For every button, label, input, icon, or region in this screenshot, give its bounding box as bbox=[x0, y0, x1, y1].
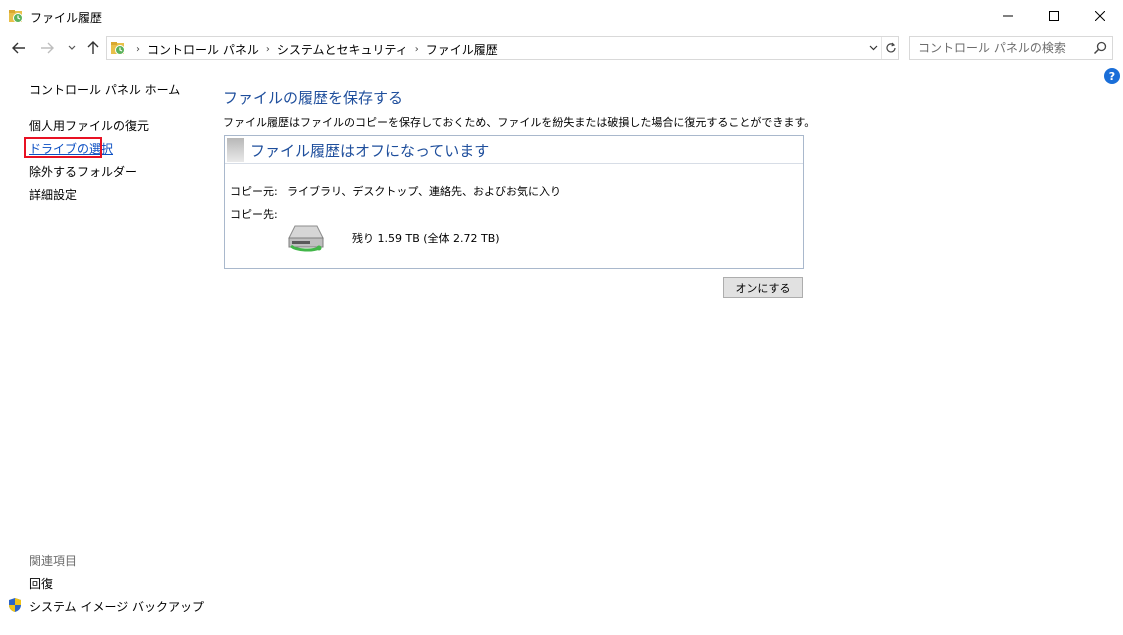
up-arrow-icon bbox=[87, 41, 99, 54]
breadcrumb-system-security[interactable]: システムとセキュリティ bbox=[277, 41, 408, 58]
turn-on-button[interactable]: オンにする bbox=[723, 277, 803, 298]
file-history-icon bbox=[111, 42, 125, 55]
page-description: ファイル履歴はファイルのコピーを保存しておくため、ファイルを紛失または破損した場… bbox=[223, 116, 816, 129]
address-dropdown-button[interactable] bbox=[866, 37, 880, 59]
shield-icon bbox=[9, 598, 21, 612]
recent-dropdown-icon bbox=[68, 45, 76, 50]
forward-button[interactable] bbox=[37, 38, 57, 58]
refresh-button[interactable] bbox=[881, 37, 899, 59]
chevron-right-icon[interactable]: › bbox=[415, 44, 419, 55]
recent-locations-button[interactable] bbox=[62, 38, 82, 58]
close-button[interactable] bbox=[1077, 0, 1123, 32]
maximize-button[interactable] bbox=[1031, 0, 1077, 32]
address-bar[interactable]: › コントロール パネル › システムとセキュリティ › ファイル履歴 bbox=[106, 36, 899, 60]
sidebar-item-advanced-settings[interactable]: 詳細設定 bbox=[29, 186, 77, 203]
back-button[interactable] bbox=[9, 38, 29, 58]
sidebar: コントロール パネル ホーム 個人用ファイルの復元 ドライブの選択 除外するフォ… bbox=[0, 70, 210, 635]
help-icon[interactable]: ? bbox=[1104, 68, 1120, 84]
back-arrow-icon bbox=[12, 42, 25, 54]
window-title: ファイル履歴 bbox=[30, 11, 103, 25]
copy-from-value: ライブラリ、デスクトップ、連絡先、およびお気に入り bbox=[287, 185, 562, 198]
page-title: ファイルの履歴を保存する bbox=[223, 89, 404, 107]
copy-from-label: コピー元: bbox=[230, 185, 278, 198]
drive-space-text: 残り 1.59 TB (全体 2.72 TB) bbox=[352, 232, 500, 245]
status-indicator bbox=[227, 138, 244, 162]
forward-arrow-icon bbox=[41, 42, 54, 54]
sidebar-item-control-panel-home[interactable]: コントロール パネル ホーム bbox=[29, 81, 180, 98]
breadcrumb: › コントロール パネル › システムとセキュリティ › ファイル履歴 bbox=[129, 41, 498, 58]
refresh-icon bbox=[885, 42, 896, 53]
chevron-right-icon: › bbox=[136, 44, 140, 55]
related-item-recovery[interactable]: 回復 bbox=[29, 575, 53, 592]
file-history-icon bbox=[9, 10, 23, 23]
related-section-title: 関連項目 bbox=[29, 554, 78, 568]
minimize-button[interactable] bbox=[985, 0, 1031, 32]
search-icon[interactable] bbox=[1092, 40, 1108, 56]
chevron-right-icon[interactable]: › bbox=[266, 44, 270, 55]
title-bar: ファイル履歴 bbox=[0, 0, 1123, 32]
selection-highlight bbox=[24, 137, 102, 158]
sidebar-item-restore-personal-files[interactable]: 個人用ファイルの復元 bbox=[29, 117, 149, 134]
breadcrumb-file-history[interactable]: ファイル履歴 bbox=[426, 41, 498, 58]
breadcrumb-control-panel[interactable]: コントロール パネル bbox=[147, 41, 259, 58]
search-input[interactable] bbox=[910, 37, 1090, 59]
related-item-system-image-backup[interactable]: システム イメージ バックアップ bbox=[29, 598, 204, 615]
status-panel: ファイル履歴はオフになっています コピー元: ライブラリ、デスクトップ、連絡先、… bbox=[224, 135, 804, 269]
copy-to-label: コピー先: bbox=[230, 208, 278, 221]
status-header: ファイル履歴はオフになっています bbox=[225, 136, 803, 164]
drive-icon bbox=[288, 225, 324, 252]
sidebar-item-exclude-folders[interactable]: 除外するフォルダー bbox=[29, 163, 137, 180]
status-title: ファイル履歴はオフになっています bbox=[250, 142, 490, 160]
up-button[interactable] bbox=[83, 38, 103, 58]
chevron-down-icon bbox=[869, 45, 877, 51]
search-box bbox=[909, 36, 1113, 60]
